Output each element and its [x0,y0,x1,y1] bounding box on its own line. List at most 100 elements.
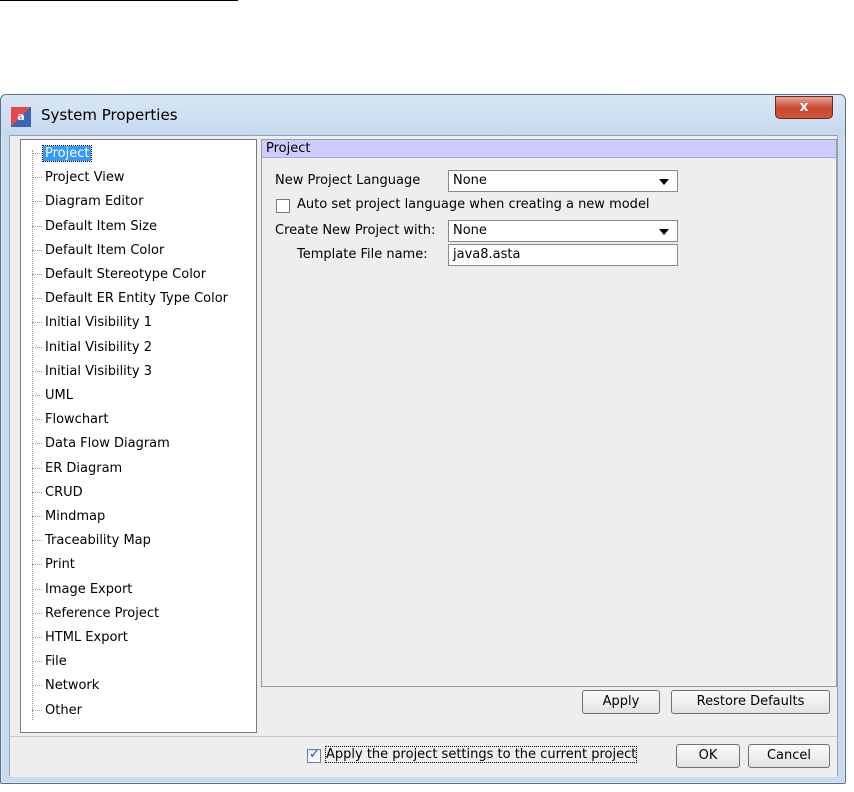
tree-item-reference-project[interactable]: Reference Project [32,604,161,624]
tree-item-project-view[interactable]: Project View [32,168,126,188]
tree-item-label: CRUD [45,484,83,500]
tree-connector [32,370,42,372]
tree-connector [32,685,42,687]
tree-item-label: UML [45,388,73,403]
tree-connector [32,467,42,469]
create-new-project-label: Create New Project with: [275,223,436,238]
tree-connector [32,491,42,493]
tree-item-diagram-editor[interactable]: Diagram Editor [32,192,145,212]
template-file-name-field[interactable]: java8.asta [448,244,678,266]
title-bar[interactable]: a System Properties x [1,95,845,135]
auto-set-language-checkbox[interactable] [276,199,290,213]
tree-item-label: Project View [45,170,125,186]
restore-defaults-button[interactable]: Restore Defaults [671,690,830,714]
tree-item-default-item-color[interactable]: Default Item Color [32,241,166,261]
tree-connector [32,516,42,517]
tree-item-label: Project [41,145,93,162]
tree-item-project[interactable]: Project [32,144,93,164]
tree-item-crud[interactable]: CRUD [32,483,85,503]
tree-item-label: Reference Project [45,605,160,621]
close-button[interactable]: x [775,96,833,119]
tree-connector [32,153,42,154]
tree-connector [32,709,42,711]
new-project-language-select[interactable]: None [448,170,678,192]
dialog-footer: Apply the project settings to the curren… [10,736,837,777]
tree-item-image-export[interactable]: Image Export [32,580,134,600]
tree-item-label: Default Item Size [45,218,158,234]
tree-connector [32,540,42,542]
tree-connector [32,637,42,638]
chevron-down-icon [659,179,669,185]
tree-item-label: HTML Export [45,630,128,645]
tree-connector [32,249,42,251]
cancel-button[interactable]: Cancel [748,744,830,768]
apply-to-current-project-checkbox[interactable] [307,747,321,763]
apply-button[interactable]: Apply [582,690,660,714]
tree-item-label: Data Flow Diagram [45,436,170,452]
create-new-project-select[interactable]: None [448,220,678,242]
dialog-client-area: Project Project View Diagram Editor Default… [9,135,838,777]
panel-header: Project [262,140,836,158]
tree-item-label: Mindmap [45,509,106,524]
tree-item-data-flow-diagram[interactable]: Data Flow Diagram [32,434,172,454]
chevron-down-icon [659,229,669,235]
tree-item-label: Initial Visibility 1 [45,315,152,331]
tree-item-html-export[interactable]: HTML Export [32,628,130,648]
tree-item-label: ER Diagram [45,460,123,476]
tree-item-file[interactable]: File [32,652,69,672]
tree-item-initial-visibility-2[interactable]: Initial Visibility 2 [32,338,154,358]
tree-connector [32,661,42,663]
tree-connector [32,612,42,614]
project-settings-panel: Project New Project Language None Auto s… [261,139,837,687]
tree-item-default-item-size[interactable]: Default Item Size [32,217,159,237]
tree-connector [32,588,42,590]
tree-item-traceability-map[interactable]: Traceability Map [32,531,153,551]
tree-connector [32,322,42,324]
tree-connector [32,564,42,566]
tree-item-label: Default ER Entity Type Color [45,291,229,307]
top-divider-line [0,0,238,1]
tree-item-label: Default Stereotype Color [45,267,207,282]
tree-item-label: Diagram Editor [45,194,144,210]
tree-item-default-stereotype-color[interactable]: Default Stereotype Color [32,265,208,285]
tree-connector [32,346,42,348]
tree-item-label: Network [45,678,100,694]
tree-item-other[interactable]: Other [32,701,84,721]
tree-item-flowchart[interactable]: Flowchart [32,410,110,430]
tree-item-er-diagram[interactable]: ER Diagram [32,459,124,479]
tree-connector [32,274,42,275]
tree-item-network[interactable]: Network [32,676,101,696]
new-project-language-value: None [453,173,487,188]
apply-to-current-project-label[interactable]: Apply the project settings to the curren… [324,746,638,763]
tree-item-initial-visibility-3[interactable]: Initial Visibility 3 [32,362,154,382]
new-project-language-label: New Project Language [275,173,421,188]
tree-item-default-er-entity-type-color[interactable]: Default ER Entity Type Color [32,289,230,309]
tree-connector [32,395,42,396]
tree-item-label: Other [45,702,82,718]
template-file-name-label: Template File name: [297,247,428,262]
ok-button[interactable]: OK [676,744,740,768]
tree-connector [32,201,42,203]
system-properties-dialog: a System Properties x Project Project Vie… [0,94,846,784]
tree-item-label: Initial Visibility 2 [45,339,152,355]
tree-item-uml[interactable]: UML [32,386,75,406]
tree-item-print[interactable]: Print [32,555,77,575]
settings-tree[interactable]: Project Project View Diagram Editor Default… [20,139,257,733]
create-new-project-value: None [453,223,487,238]
tree-item-initial-visibility-1[interactable]: Initial Visibility 1 [32,313,154,333]
astah-app-icon: a [11,107,31,127]
tree-connector [32,298,42,300]
tree-connector [32,225,42,227]
tree-item-label: Initial Visibility 3 [45,363,152,379]
tree-item-mindmap[interactable]: Mindmap [32,507,107,527]
tree-connector [32,443,42,445]
window-title: System Properties [41,106,178,124]
tree-item-label: Image Export [45,581,133,597]
tree-item-label: Traceability Map [45,533,151,549]
auto-set-language-label[interactable]: Auto set project language when creating … [297,197,650,212]
tree-item-label: Print [45,557,75,573]
tree-item-label: Default Item Color [45,242,165,258]
tree-connector [32,177,42,179]
tree-item-label: Flowchart [45,412,109,428]
tree-item-label: File [45,654,67,670]
